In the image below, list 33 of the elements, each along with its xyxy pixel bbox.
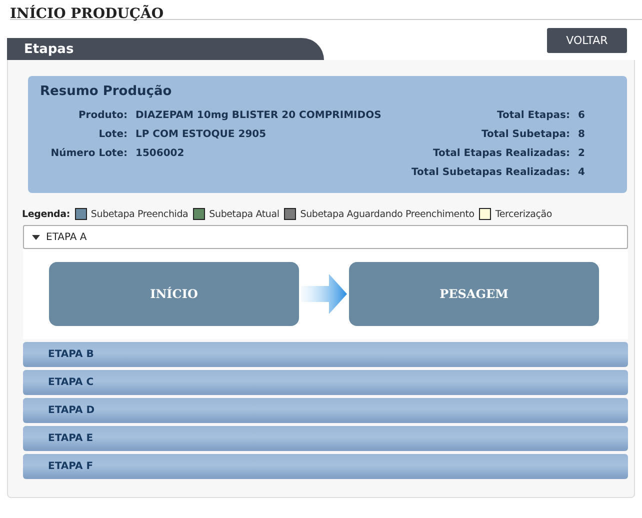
stage-header[interactable]: ETAPA B	[23, 342, 628, 367]
legend-label: Tercerização	[495, 208, 552, 220]
field-value: 6	[578, 109, 585, 123]
stage-header[interactable]: ETAPA E	[23, 426, 628, 451]
field-label: Produto:	[77, 109, 128, 123]
field-value: 2	[578, 147, 585, 161]
legend-label: Subetapa Aguardando Preenchimento	[300, 208, 474, 220]
legend-title: Legenda:	[22, 208, 70, 220]
field-label: Total Subetapas Realizadas:	[410, 166, 570, 180]
legend-label: Subetapa Atual	[209, 208, 280, 220]
page-title: INÍCIO PRODUÇÃO	[10, 6, 164, 22]
stage-header[interactable]: ETAPA D	[23, 398, 628, 423]
field-value: 1506002	[136, 147, 186, 161]
summary-title: Resumo Produção	[40, 84, 173, 99]
field-label: Número Lote:	[50, 147, 128, 161]
substep-card[interactable]: PESAGEM	[349, 262, 599, 326]
field-label: Total Etapas:	[496, 109, 570, 123]
etapas-tab[interactable]: Etapas	[7, 38, 324, 60]
substep-card[interactable]: INÍCIO	[49, 262, 299, 326]
legend-label: Subetapa Preenchida	[90, 208, 188, 220]
field-label: Total Etapas Realizadas:	[432, 147, 570, 161]
field-label: Total Subetapa:	[480, 128, 570, 142]
stage-header[interactable]: ETAPA F	[23, 454, 628, 479]
stage-header[interactable]: ETAPA A	[23, 225, 628, 249]
field-value: 8	[578, 128, 585, 142]
field-value: 4	[578, 166, 585, 180]
caret-icon	[32, 234, 40, 240]
field-value: LP COM ESTOQUE 2905	[136, 128, 268, 142]
back-button[interactable]: VOLTAR	[547, 28, 627, 53]
stage-header[interactable]: ETAPA C	[23, 370, 628, 395]
field-label: Lote:	[98, 128, 128, 142]
arrow-icon	[301, 272, 347, 316]
field-value: DIAZEPAM 10mg BLISTER 20 COMPRIMIDOS	[136, 109, 382, 123]
